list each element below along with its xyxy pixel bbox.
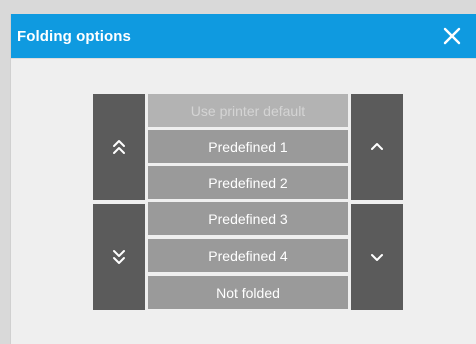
chevron-down-icon (371, 254, 383, 261)
option-not-folded[interactable]: Not folded (148, 276, 348, 309)
last-option-button[interactable] (93, 204, 145, 310)
option-use-printer-default[interactable]: Use printer default (148, 94, 348, 127)
titlebar-divider (11, 58, 476, 59)
close-icon (443, 27, 461, 45)
double-chevron-up-icon (113, 140, 125, 154)
chevron-up-icon (371, 143, 383, 150)
folding-options-dialog: Folding options Use printer default Pred… (10, 14, 476, 344)
option-predefined-1[interactable]: Predefined 1 (148, 130, 348, 163)
close-button[interactable] (441, 25, 463, 47)
dialog-titlebar: Folding options (11, 14, 476, 58)
folding-option-list: Use printer default Predefined 1 Predefi… (148, 94, 348, 310)
dialog-title: Folding options (17, 27, 131, 45)
option-predefined-3[interactable]: Predefined 3 (148, 202, 348, 235)
first-option-button[interactable] (93, 94, 145, 200)
folding-selector: Use printer default Predefined 1 Predefi… (93, 94, 403, 310)
double-chevron-down-icon (113, 250, 125, 264)
option-predefined-2[interactable]: Predefined 2 (148, 166, 348, 199)
previous-option-button[interactable] (351, 94, 403, 200)
screen: Folding options Use printer default Pred… (0, 0, 476, 344)
next-option-button[interactable] (351, 204, 403, 310)
option-predefined-4[interactable]: Predefined 4 (148, 239, 348, 272)
